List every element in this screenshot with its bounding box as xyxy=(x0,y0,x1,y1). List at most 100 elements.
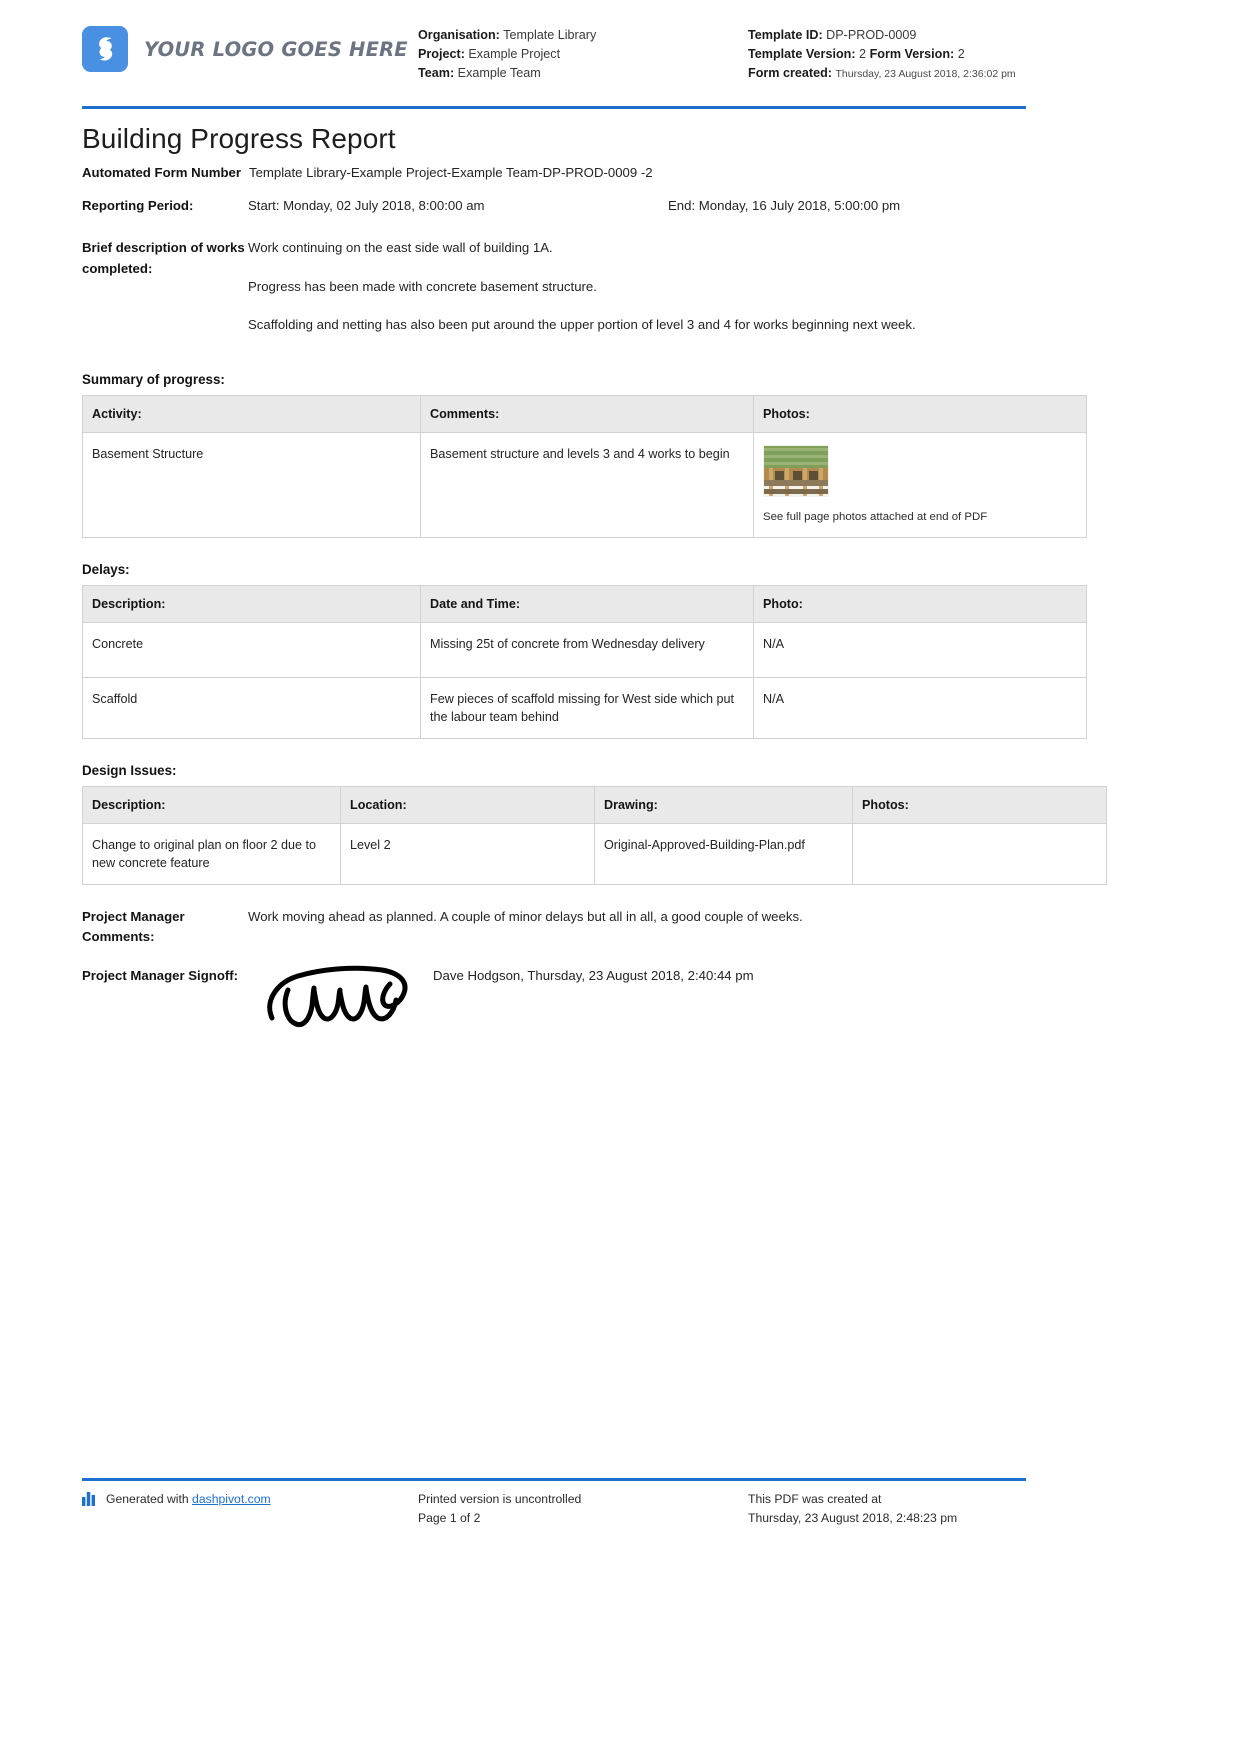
table-row: Change to original plan on floor 2 due t… xyxy=(82,822,1107,885)
document-header: YOUR LOGO GOES HERE Organisation: Templa… xyxy=(82,0,1026,104)
signature-image xyxy=(248,960,433,1037)
template-version-label: Template Version: xyxy=(748,47,856,61)
summary-of-progress-section: Summary of progress: Activity: Comments:… xyxy=(82,371,1087,538)
organisation-row: Organisation: Template Library xyxy=(418,26,748,45)
reporting-period-start: Start: Monday, 02 July 2018, 8:00:00 am xyxy=(248,197,485,213)
summary-of-progress-heading: Summary of progress: xyxy=(82,371,225,387)
document-footer: Generated with dashpivot.com Printed ver… xyxy=(82,1478,1026,1528)
column-header-comments: Comments: xyxy=(420,394,754,433)
cell-description: Change to original plan on floor 2 due t… xyxy=(82,822,341,885)
summary-of-progress-table: Activity: Comments: Photos: Basement Str… xyxy=(82,394,1087,538)
automated-form-number-label: Automated Form Number xyxy=(82,165,241,180)
cell-description: Concrete xyxy=(82,621,421,678)
delays-table: Description: Date and Time: Photo: Concr… xyxy=(82,584,1087,739)
brief-description-paragraph: Work continuing on the east side wall of… xyxy=(248,240,553,255)
form-version-value: 2 xyxy=(957,47,965,61)
cell-description: Scaffold xyxy=(82,676,421,739)
cell-drawing: Original-Approved-Building-Plan.pdf xyxy=(594,822,853,885)
project-row: Project: Example Project xyxy=(418,45,748,64)
project-label: Project: xyxy=(418,47,465,61)
column-header-photos: Photos: xyxy=(753,394,1087,433)
document-content: YOUR LOGO GOES HERE Organisation: Templa… xyxy=(82,0,1107,1037)
printed-version-note: Printed version is uncontrolled xyxy=(418,1492,582,1506)
pdf-created-value: Thursday, 23 August 2018, 2:48:23 pm xyxy=(748,1511,958,1525)
dashpivot-bars-icon xyxy=(82,1492,98,1512)
automated-form-number-value: Template Library-Example Project-Example… xyxy=(249,165,653,180)
progress-photo-thumbnail[interactable] xyxy=(763,444,829,497)
cell-photo: N/A xyxy=(753,621,1087,678)
project-manager-comments-row: Project Manager Comments: Work moving ah… xyxy=(82,907,1026,948)
footer-divider xyxy=(82,1478,1026,1481)
column-header-description: Description: xyxy=(82,584,421,623)
brief-description-paragraph: Scaffolding and netting has also been pu… xyxy=(248,317,916,332)
page-number: Page 1 of 2 xyxy=(418,1511,481,1525)
cell-photo: N/A xyxy=(753,676,1087,739)
photo-caption: See full page photos attached at end of … xyxy=(763,510,988,523)
table-header-row: Description: Date and Time: Photo: xyxy=(82,584,1087,623)
header-meta-left: Organisation: Template Library Project: … xyxy=(418,20,748,83)
header-divider xyxy=(82,106,1026,109)
footer-generated-with: Generated with dashpivot.com xyxy=(82,1490,418,1528)
team-label: Team: xyxy=(418,66,455,80)
project-manager-comments-value: Work moving ahead as planned. A couple o… xyxy=(248,908,803,924)
cell-activity: Basement Structure xyxy=(82,431,421,538)
table-row: Scaffold Few pieces of scaffold missing … xyxy=(82,676,1087,739)
cell-photos: See full page photos attached at end of … xyxy=(753,431,1087,538)
footer-print-note: Printed version is uncontrolled Page 1 o… xyxy=(418,1490,748,1528)
column-header-location: Location: xyxy=(340,785,595,824)
column-header-photos: Photos: xyxy=(852,785,1107,824)
dashpivot-logo-icon xyxy=(82,26,128,72)
cell-location: Level 2 xyxy=(340,822,595,885)
cell-photos xyxy=(852,822,1107,885)
column-header-drawing: Drawing: xyxy=(594,785,853,824)
generated-with-text: Generated with xyxy=(106,1492,189,1506)
column-header-description: Description: xyxy=(82,785,341,824)
document-page: YOUR LOGO GOES HERE Organisation: Templa… xyxy=(0,0,1240,1754)
form-created-label: Form created: xyxy=(748,66,832,80)
signoff-meta: Dave Hodgson, Thursday, 23 August 2018, … xyxy=(433,967,754,983)
header-meta-right: Template ID: DP-PROD-0009 Template Versi… xyxy=(748,20,1026,84)
delays-heading: Delays: xyxy=(82,561,130,577)
design-issues-heading: Design Issues: xyxy=(82,762,177,778)
cell-comments: Basement structure and levels 3 and 4 wo… xyxy=(420,431,754,538)
logo-block: YOUR LOGO GOES HERE xyxy=(82,20,418,72)
table-row: Basement Structure Basement structure an… xyxy=(82,431,1087,538)
template-id-label: Template ID: xyxy=(748,28,823,42)
reporting-period-row: Reporting Period: Start: Monday, 02 July… xyxy=(82,196,1026,217)
reporting-period-label: Reporting Period: xyxy=(82,197,194,213)
brief-description-row: Brief description of works completed: Wo… xyxy=(82,238,1026,336)
reporting-period-end: End: Monday, 16 July 2018, 5:00:00 pm xyxy=(668,197,901,213)
design-issues-section: Design Issues: Description: Location: Dr… xyxy=(82,762,1107,885)
cell-date-and-time: Few pieces of scaffold missing for West … xyxy=(420,676,754,739)
template-id-value: DP-PROD-0009 xyxy=(826,28,917,42)
version-row: Template Version: 2 Form Version: 2 xyxy=(748,45,1026,64)
template-id-row: Template ID: DP-PROD-0009 xyxy=(748,26,1026,45)
footer-pdf-created: This PDF was created at Thursday, 23 Aug… xyxy=(748,1490,1026,1528)
project-manager-signoff-label: Project Manager Signoff: xyxy=(82,967,239,983)
pdf-created-label: This PDF was created at xyxy=(748,1492,882,1506)
column-header-activity: Activity: xyxy=(82,394,421,433)
column-header-photo: Photo: xyxy=(753,584,1087,623)
design-issues-table: Description: Location: Drawing: Photos: … xyxy=(82,785,1107,885)
team-value: Example Team xyxy=(457,66,541,80)
brief-description-label: Brief description of works completed: xyxy=(82,240,245,276)
logo-text: YOUR LOGO GOES HERE xyxy=(144,37,408,61)
team-row: Team: Example Team xyxy=(418,64,748,83)
table-header-row: Activity: Comments: Photos: xyxy=(82,394,1087,433)
project-manager-signoff-row: Project Manager Signoff: Dave Hodgson, T… xyxy=(82,965,1026,1037)
page-title: Building Progress Report xyxy=(82,123,396,154)
dashpivot-link[interactable]: dashpivot.com xyxy=(192,1490,271,1509)
footer-columns: Generated with dashpivot.com Printed ver… xyxy=(82,1490,1026,1528)
brief-description-paragraph: Progress has been made with concrete bas… xyxy=(248,278,597,294)
form-version-label: Form Version: xyxy=(869,47,955,61)
delays-section: Delays: Description: Date and Time: Phot… xyxy=(82,561,1087,739)
table-header-row: Description: Location: Drawing: Photos: xyxy=(82,785,1107,824)
form-created-value: Thursday, 23 August 2018, 2:36:02 pm xyxy=(835,68,1016,80)
table-row: Concrete Missing 25t of concrete from We… xyxy=(82,621,1087,678)
column-header-date-and-time: Date and Time: xyxy=(420,584,754,623)
cell-date-and-time: Missing 25t of concrete from Wednesday d… xyxy=(420,621,754,678)
form-created-row: Form created: Thursday, 23 August 2018, … xyxy=(748,64,1026,84)
organisation-label: Organisation: xyxy=(418,28,500,42)
project-value: Example Project xyxy=(468,47,561,61)
automated-form-number-row: Automated Form Number Template Library-E… xyxy=(82,163,1026,184)
